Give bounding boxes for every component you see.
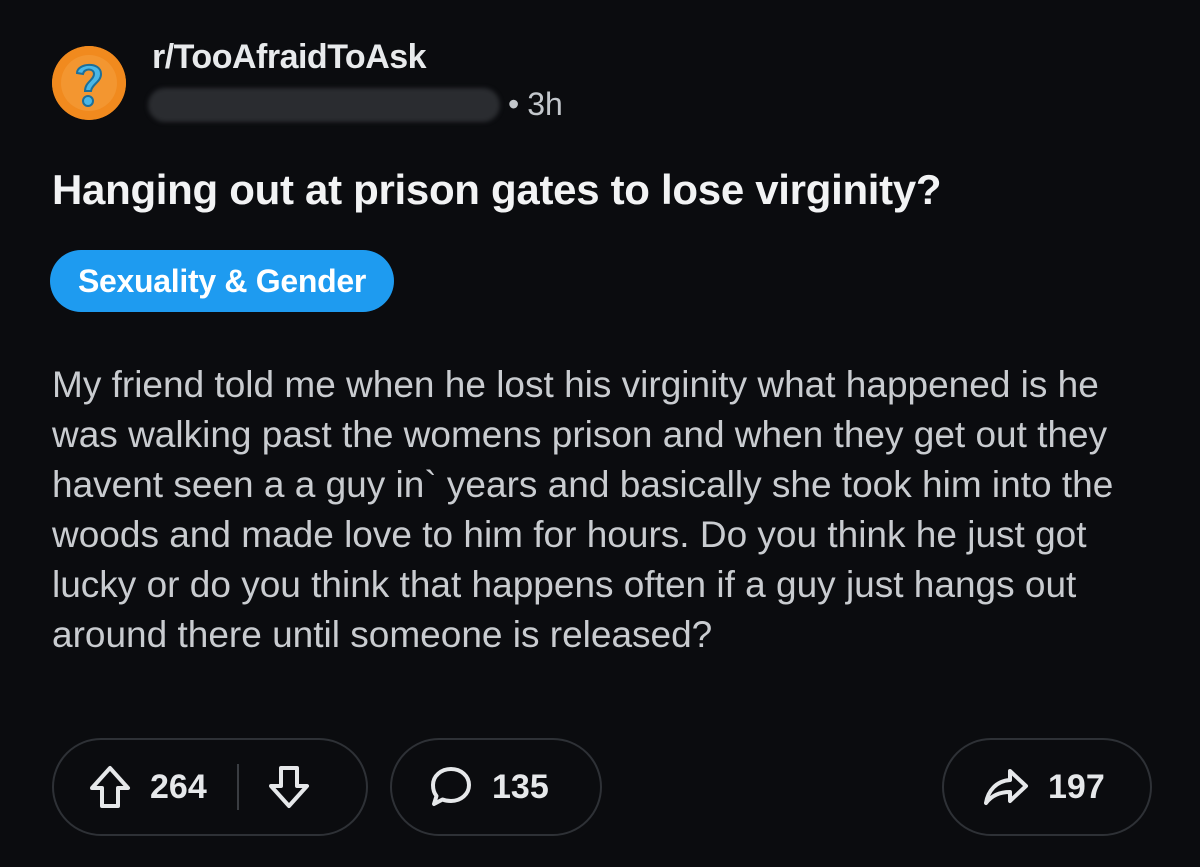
comment-button[interactable]: 135 — [390, 738, 602, 836]
arrow-up-icon — [90, 766, 130, 808]
comment-bubble-icon — [431, 767, 471, 806]
flair-badge[interactable]: Sexuality & Gender — [50, 250, 395, 312]
post-title[interactable]: Hanging out at prison gates to lose virg… — [52, 166, 942, 214]
post-body: My friend told me when he lost his virgi… — [52, 364, 1114, 655]
share-arrow-icon — [984, 769, 1028, 805]
upvote-count: 264 — [150, 767, 207, 806]
downvote-button[interactable] — [267, 764, 311, 810]
redacted-username — [148, 88, 500, 122]
upvote-button[interactable] — [88, 764, 132, 810]
vote-pill: 264 — [52, 738, 368, 836]
comment-icon-wrap — [428, 764, 474, 810]
post-card: r/TooAfraidToAsk • 3h Hanging out at pris… — [0, 0, 1200, 867]
subreddit-name[interactable]: r/TooAfraidToAsk — [152, 38, 427, 77]
action-bar: 264 135 197 — [52, 738, 1152, 836]
vote-divider — [236, 764, 239, 810]
share-count: 197 — [1048, 767, 1105, 806]
meta-separator: • — [508, 86, 520, 122]
comment-count: 135 — [492, 767, 549, 806]
post-time: 3h — [527, 86, 563, 122]
arrow-down-icon — [268, 766, 309, 808]
question-mark-icon — [52, 46, 126, 120]
post-meta: • 3h — [508, 86, 563, 123]
subreddit-avatar[interactable] — [52, 46, 126, 120]
post-header: r/TooAfraidToAsk • 3h — [52, 38, 752, 128]
share-button[interactable]: 197 — [942, 738, 1152, 836]
share-icon-wrap — [982, 765, 1030, 809]
